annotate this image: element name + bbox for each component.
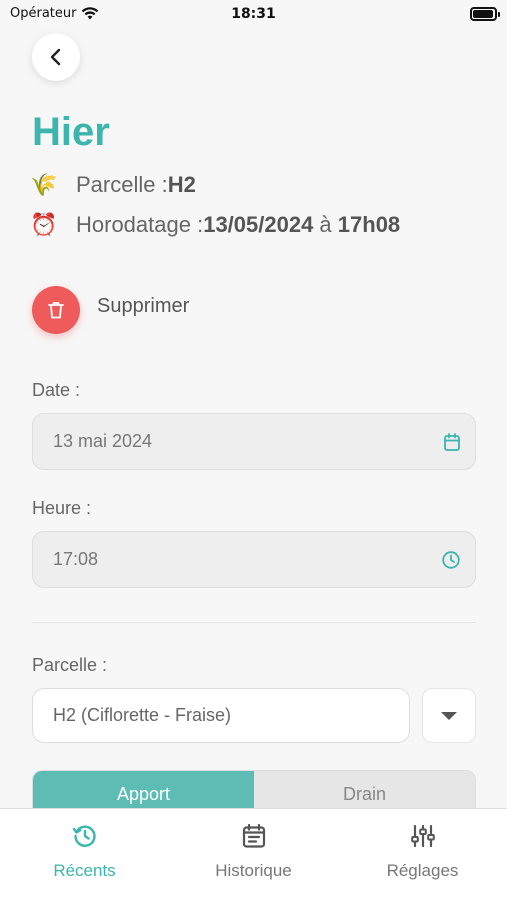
horodatage-date: 13/05/2024 bbox=[203, 212, 314, 237]
delete-label[interactable]: Supprimer bbox=[97, 295, 189, 318]
parcelle-info-label: Parcelle : bbox=[76, 172, 168, 197]
parcelle-info: 🌾 Parcelle : H2 bbox=[30, 172, 196, 198]
date-label: Date : bbox=[32, 380, 81, 400]
rice-icon: 🌾 bbox=[30, 172, 58, 197]
tab-bar: Récents Historique Réglages bbox=[0, 808, 507, 900]
horodatage-info: ⏰ Horodatage : 13/05/2024 à 17h08 bbox=[30, 212, 400, 238]
date-field[interactable]: 13 mai 2024 bbox=[32, 413, 476, 470]
segment-apport[interactable]: Apport bbox=[33, 771, 254, 810]
chevron-left-icon bbox=[50, 48, 61, 66]
tab-historique[interactable]: Historique bbox=[169, 809, 338, 900]
heure-label: Heure : bbox=[32, 498, 92, 518]
clock-icon bbox=[442, 551, 460, 569]
tab-recents[interactable]: Récents bbox=[0, 809, 169, 900]
tab-reglages-label: Réglages bbox=[386, 861, 459, 880]
battery-icon bbox=[470, 7, 500, 21]
tab-reglages[interactable]: Réglages bbox=[338, 809, 507, 900]
back-button[interactable] bbox=[32, 33, 80, 81]
status-bar: Opérateur 18:31 bbox=[0, 0, 507, 30]
apport-drain-toggle: Apport Drain bbox=[32, 770, 476, 810]
horodatage-time: 17h08 bbox=[337, 212, 401, 237]
divider bbox=[32, 622, 476, 623]
status-time: 18:31 bbox=[231, 6, 276, 22]
trash-icon bbox=[48, 302, 64, 319]
date-value: 13 mai 2024 bbox=[53, 431, 153, 451]
battery-level bbox=[473, 10, 493, 18]
heure-field[interactable]: 17:08 bbox=[32, 531, 476, 588]
segment-drain[interactable]: Drain bbox=[254, 771, 475, 810]
history-icon bbox=[72, 825, 96, 847]
heure-value: 17:08 bbox=[53, 549, 99, 569]
page-title: Hier bbox=[32, 110, 110, 154]
tab-historique-label: Historique bbox=[215, 861, 292, 880]
horodatage-label: Horodatage : bbox=[76, 212, 204, 237]
horodatage-separator: à bbox=[313, 212, 338, 237]
parcelle-select-value: H2 (Ciflorette - Fraise) bbox=[53, 705, 232, 725]
delete-button[interactable] bbox=[32, 286, 80, 334]
alarm-clock-icon: ⏰ bbox=[30, 212, 58, 237]
calendar-icon bbox=[444, 433, 460, 451]
calendar-list-icon bbox=[242, 823, 265, 848]
parcelle-info-value: H2 bbox=[167, 172, 196, 197]
sliders-icon bbox=[410, 824, 435, 848]
parcelle-select[interactable]: H2 (Ciflorette - Fraise) bbox=[32, 688, 410, 743]
parcelle-dropdown-button[interactable] bbox=[422, 688, 476, 743]
caret-down-icon bbox=[441, 711, 457, 720]
tab-recents-label: Récents bbox=[53, 861, 116, 880]
parcelle-label: Parcelle : bbox=[32, 655, 108, 675]
